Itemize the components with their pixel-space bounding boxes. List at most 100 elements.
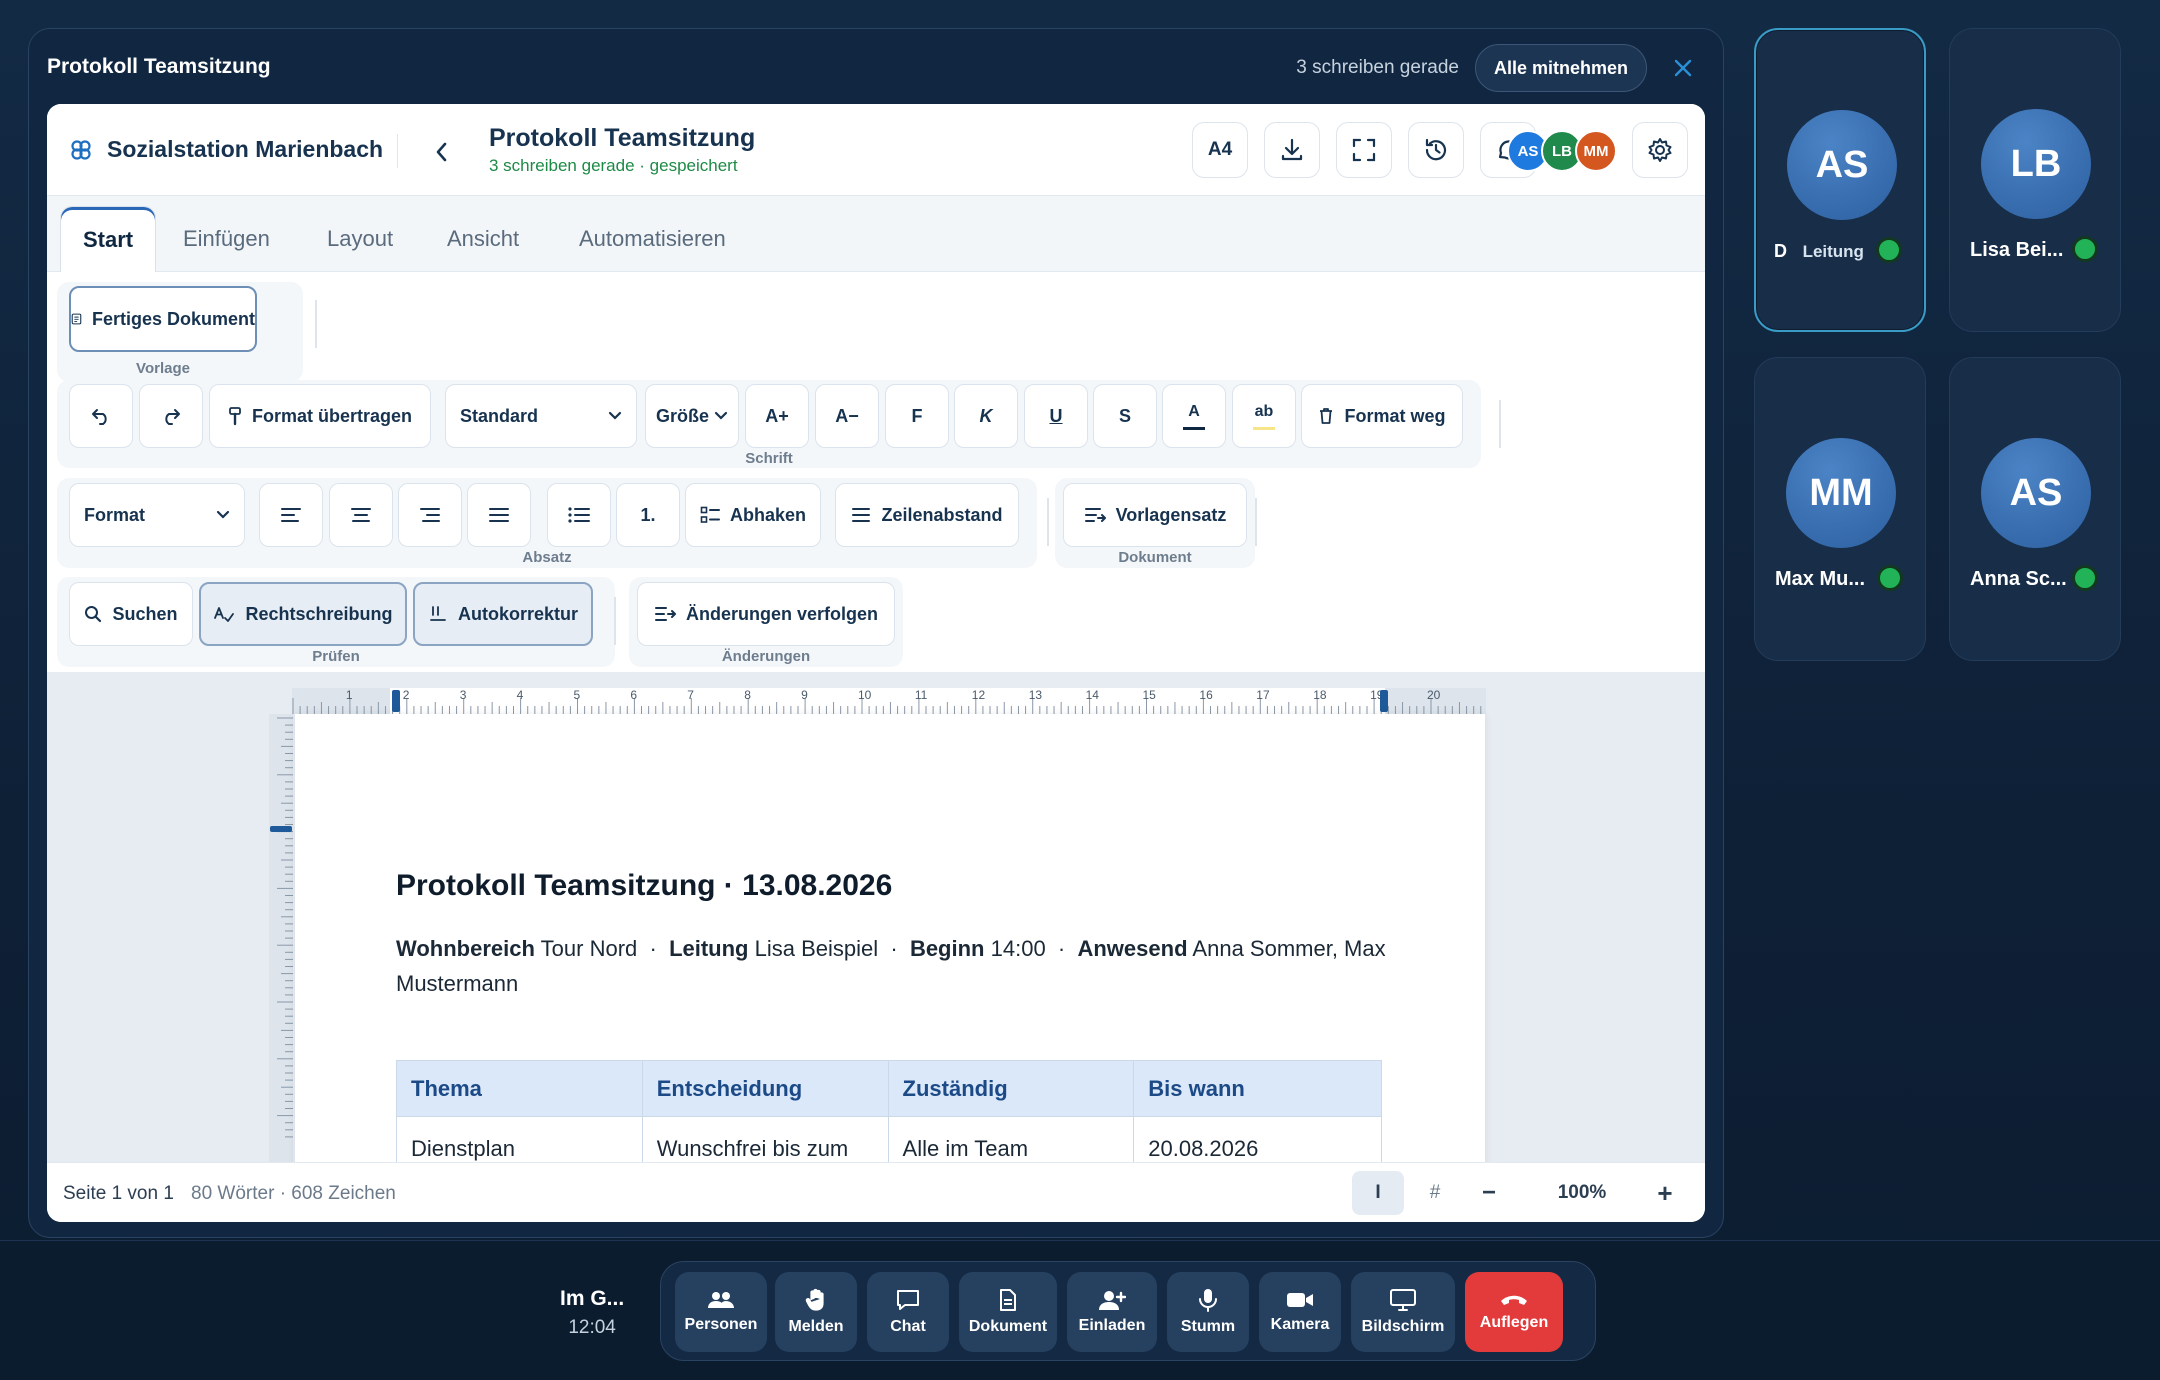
line-spacing-button[interactable]: Zeilenabstand bbox=[835, 483, 1019, 547]
page-format-button[interactable]: A4 bbox=[1192, 122, 1248, 178]
style-dropdown[interactable]: Standard bbox=[445, 384, 637, 448]
participant-tile[interactable]: MM Max Mu... bbox=[1754, 357, 1926, 661]
align-left-button[interactable] bbox=[259, 483, 323, 547]
format-painter-icon bbox=[229, 407, 241, 426]
meeting-time: 12:04 bbox=[568, 1317, 616, 1338]
gear-icon bbox=[1648, 138, 1672, 162]
align-left-icon bbox=[281, 508, 301, 522]
align-right-button[interactable] bbox=[398, 483, 462, 547]
history-button[interactable] bbox=[1408, 122, 1464, 178]
size-dropdown[interactable]: Größe bbox=[645, 384, 739, 448]
tab-start[interactable]: Start bbox=[60, 206, 157, 272]
italic-button[interactable]: K bbox=[954, 384, 1018, 448]
table-cell[interactable]: Alle im Team bbox=[887, 1116, 1135, 1162]
tab-layout[interactable]: Layout bbox=[327, 206, 393, 272]
cursor-mode-button[interactable]: I bbox=[1352, 1171, 1404, 1215]
right-indent-marker[interactable] bbox=[1380, 690, 1388, 712]
chat-icon bbox=[897, 1290, 919, 1310]
screen-share-button[interactable]: Bildschirm bbox=[1351, 1272, 1455, 1352]
redo-button[interactable] bbox=[139, 384, 203, 448]
zoom-in-button[interactable]: + bbox=[1645, 1171, 1685, 1215]
vertical-ruler[interactable] bbox=[269, 714, 293, 1162]
avatar[interactable]: MM bbox=[1575, 130, 1617, 172]
document-title: Protokoll Teamsitzung bbox=[489, 124, 756, 152]
underline-button[interactable]: U bbox=[1024, 384, 1088, 448]
ruler-number: 17 bbox=[1256, 688, 1270, 702]
checklist-button[interactable]: Abhaken bbox=[685, 483, 821, 547]
close-window-button[interactable] bbox=[1663, 48, 1703, 88]
finished-document-button[interactable]: Fertiges Dokument bbox=[69, 286, 257, 352]
brand-logo-icon bbox=[71, 139, 91, 160]
left-indent-marker[interactable] bbox=[392, 690, 400, 712]
track-changes-button[interactable]: Änderungen verfolgen bbox=[637, 582, 895, 646]
collaborator-avatars[interactable]: AS LB MM bbox=[1507, 130, 1617, 172]
justify-button[interactable] bbox=[467, 483, 531, 547]
highlight-button[interactable]: ab bbox=[1232, 384, 1296, 448]
document-button[interactable]: Dokument bbox=[959, 1272, 1057, 1352]
document-page[interactable]: Protokoll Teamsitzung · 13.08.2026 Wohnb… bbox=[295, 714, 1485, 1162]
hang-up-button[interactable]: Auflegen bbox=[1465, 1272, 1563, 1352]
table-header-bis-wann: Bis wann bbox=[1133, 1060, 1382, 1117]
font-color-button[interactable]: A bbox=[1162, 384, 1226, 448]
document-icon bbox=[71, 313, 82, 325]
participant-tile[interactable]: AS D Leitung bbox=[1754, 28, 1926, 332]
group-label-aenderungen: Änderungen bbox=[721, 648, 811, 665]
ruler-ticks bbox=[292, 698, 1482, 714]
format-painter-button[interactable]: Format übertragen bbox=[209, 384, 431, 448]
ruler-number: 13 bbox=[1028, 688, 1043, 702]
decision-table[interactable]: Thema Entscheidung Zuständig Bis wann Di… bbox=[396, 1060, 1382, 1162]
participant-tile[interactable]: AS Anna Sc... bbox=[1949, 357, 2121, 661]
table-header-thema: Thema bbox=[396, 1060, 643, 1117]
tab-einfuegen[interactable]: Einfügen bbox=[183, 206, 270, 272]
spellcheck-button[interactable]: Rechtschreibung bbox=[199, 582, 407, 646]
highlight-color-bar bbox=[1253, 426, 1275, 430]
ruler-number: 9 bbox=[801, 688, 808, 702]
invite-button[interactable]: Einladen bbox=[1067, 1272, 1157, 1352]
search-button[interactable]: Suchen bbox=[69, 582, 193, 646]
paragraph-format-dropdown[interactable]: Format bbox=[69, 483, 245, 547]
strikethrough-button[interactable]: S bbox=[1093, 384, 1157, 448]
horizontal-ruler[interactable]: 1 2 3 4 5 6 7 8 9 10 11 12 13 14 15 16 17 18 19 20 bbox=[292, 688, 1486, 714]
people-button[interactable]: Personen bbox=[675, 1272, 767, 1352]
grow-font-button[interactable]: A+ bbox=[745, 384, 809, 448]
table-cell[interactable]: Wunschfrei bis zum 20.08. in Medora bbox=[641, 1116, 889, 1162]
bold-button[interactable]: F bbox=[885, 384, 949, 448]
grid-mode-button[interactable]: # bbox=[1415, 1171, 1455, 1215]
table-cell[interactable]: Dienstplan September bbox=[396, 1116, 643, 1162]
mute-button[interactable]: Stumm bbox=[1167, 1272, 1249, 1352]
checklist-icon bbox=[700, 506, 720, 523]
participant-tile[interactable]: LB Lisa Bei... bbox=[1949, 28, 2121, 332]
zoom-out-button[interactable]: − bbox=[1469, 1171, 1509, 1215]
align-right-icon bbox=[420, 508, 440, 522]
top-margin-marker[interactable] bbox=[270, 826, 292, 832]
group-label-dokument: Dokument bbox=[1118, 549, 1192, 566]
take-all-button[interactable]: Alle mitnehmen bbox=[1474, 44, 1647, 92]
bullet-list-button[interactable] bbox=[547, 483, 611, 547]
download-button[interactable] bbox=[1264, 122, 1320, 178]
table-cell[interactable]: 20.08.2026 bbox=[1133, 1116, 1382, 1162]
chat-button[interactable]: Chat bbox=[867, 1272, 949, 1352]
ruler-number: 4 bbox=[516, 688, 524, 702]
template-set-button[interactable]: Vorlagensatz bbox=[1063, 483, 1247, 547]
participant-avatar: LB bbox=[1981, 109, 2091, 219]
numbered-list-button[interactable]: 1. bbox=[616, 483, 680, 547]
clear-format-button[interactable]: Format weg bbox=[1301, 384, 1463, 448]
back-button[interactable] bbox=[421, 132, 461, 172]
trash-icon bbox=[1320, 408, 1333, 424]
tab-ansicht[interactable]: Ansicht bbox=[447, 206, 519, 272]
ruler-number: 12 bbox=[971, 688, 986, 702]
raise-hand-button[interactable]: Melden bbox=[775, 1272, 857, 1352]
shrink-font-button[interactable]: A− bbox=[815, 384, 879, 448]
autocorrect-button[interactable]: Autokorrektur bbox=[413, 582, 593, 646]
ruler-number: 18 bbox=[1313, 688, 1327, 702]
tab-automatisieren[interactable]: Automatisieren bbox=[579, 206, 726, 272]
settings-button[interactable] bbox=[1632, 122, 1688, 178]
zoom-level[interactable]: 100% bbox=[1537, 1171, 1627, 1215]
meeting-title: Im G... bbox=[560, 1287, 625, 1310]
window-title: Protokoll Teamsitzung bbox=[47, 55, 271, 78]
undo-button[interactable] bbox=[69, 384, 133, 448]
camera-button[interactable]: Kamera bbox=[1259, 1272, 1341, 1352]
chevron-left-icon bbox=[436, 142, 447, 162]
align-center-button[interactable] bbox=[329, 483, 393, 547]
fullscreen-button[interactable] bbox=[1336, 122, 1392, 178]
